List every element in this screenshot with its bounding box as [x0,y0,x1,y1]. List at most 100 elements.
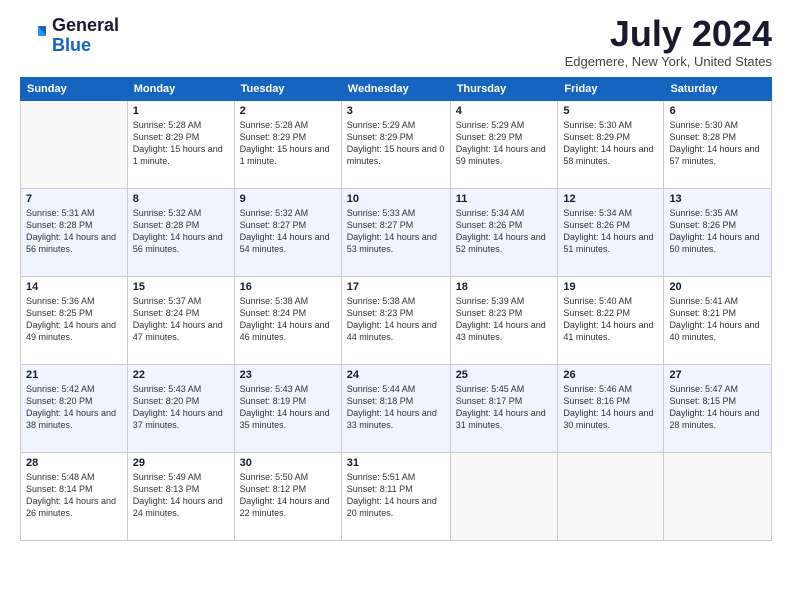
table-row: 4 Sunrise: 5:29 AMSunset: 8:29 PMDayligh… [450,101,558,189]
day-number: 20 [669,281,766,293]
day-number: 17 [347,281,445,293]
table-row: 24 Sunrise: 5:44 AMSunset: 8:18 PMDaylig… [341,365,450,453]
calendar-week-row: 7 Sunrise: 5:31 AMSunset: 8:28 PMDayligh… [21,189,772,277]
logo-icon [20,22,48,50]
table-row: 14 Sunrise: 5:36 AMSunset: 8:25 PMDaylig… [21,277,128,365]
calendar-page: General Blue July 2024 Edgemere, New Yor… [0,0,792,612]
day-info: Sunrise: 5:34 AMSunset: 8:26 PMDaylight:… [456,207,553,256]
day-info: Sunrise: 5:36 AMSunset: 8:25 PMDaylight:… [26,295,122,344]
day-info: Sunrise: 5:30 AMSunset: 8:28 PMDaylight:… [669,119,766,168]
day-info: Sunrise: 5:43 AMSunset: 8:19 PMDaylight:… [240,383,336,432]
table-row: 17 Sunrise: 5:38 AMSunset: 8:23 PMDaylig… [341,277,450,365]
table-row: 7 Sunrise: 5:31 AMSunset: 8:28 PMDayligh… [21,189,128,277]
day-info: Sunrise: 5:45 AMSunset: 8:17 PMDaylight:… [456,383,553,432]
day-number: 13 [669,193,766,205]
day-number: 10 [347,193,445,205]
table-row: 27 Sunrise: 5:47 AMSunset: 8:15 PMDaylig… [664,365,772,453]
table-row: 8 Sunrise: 5:32 AMSunset: 8:28 PMDayligh… [127,189,234,277]
header-monday: Monday [127,78,234,101]
month-title: July 2024 [565,16,772,52]
calendar-week-row: 28 Sunrise: 5:48 AMSunset: 8:14 PMDaylig… [21,453,772,541]
day-info: Sunrise: 5:39 AMSunset: 8:23 PMDaylight:… [456,295,553,344]
table-row: 10 Sunrise: 5:33 AMSunset: 8:27 PMDaylig… [341,189,450,277]
day-number: 28 [26,457,122,469]
day-number: 4 [456,105,553,117]
day-info: Sunrise: 5:41 AMSunset: 8:21 PMDaylight:… [669,295,766,344]
table-row: 11 Sunrise: 5:34 AMSunset: 8:26 PMDaylig… [450,189,558,277]
day-info: Sunrise: 5:34 AMSunset: 8:26 PMDaylight:… [563,207,658,256]
day-info: Sunrise: 5:28 AMSunset: 8:29 PMDaylight:… [240,119,336,168]
day-info: Sunrise: 5:49 AMSunset: 8:13 PMDaylight:… [133,471,229,520]
table-row: 12 Sunrise: 5:34 AMSunset: 8:26 PMDaylig… [558,189,664,277]
day-number: 12 [563,193,658,205]
table-row [21,101,128,189]
table-row: 25 Sunrise: 5:45 AMSunset: 8:17 PMDaylig… [450,365,558,453]
day-info: Sunrise: 5:28 AMSunset: 8:29 PMDaylight:… [133,119,229,168]
header-sunday: Sunday [21,78,128,101]
day-number: 9 [240,193,336,205]
day-number: 1 [133,105,229,117]
table-row: 23 Sunrise: 5:43 AMSunset: 8:19 PMDaylig… [234,365,341,453]
table-row [664,453,772,541]
day-info: Sunrise: 5:32 AMSunset: 8:28 PMDaylight:… [133,207,229,256]
day-number: 23 [240,369,336,381]
day-info: Sunrise: 5:47 AMSunset: 8:15 PMDaylight:… [669,383,766,432]
day-number: 27 [669,369,766,381]
table-row: 9 Sunrise: 5:32 AMSunset: 8:27 PMDayligh… [234,189,341,277]
location: Edgemere, New York, United States [565,54,772,69]
table-row: 26 Sunrise: 5:46 AMSunset: 8:16 PMDaylig… [558,365,664,453]
page-header: General Blue July 2024 Edgemere, New Yor… [20,16,772,69]
day-info: Sunrise: 5:38 AMSunset: 8:24 PMDaylight:… [240,295,336,344]
title-section: July 2024 Edgemere, New York, United Sta… [565,16,772,69]
table-row: 31 Sunrise: 5:51 AMSunset: 8:11 PMDaylig… [341,453,450,541]
logo: General Blue [20,16,119,56]
day-number: 22 [133,369,229,381]
day-info: Sunrise: 5:38 AMSunset: 8:23 PMDaylight:… [347,295,445,344]
logo-blue: Blue [52,36,119,56]
logo-general: General [52,16,119,36]
logo-text: General Blue [52,16,119,56]
table-row: 20 Sunrise: 5:41 AMSunset: 8:21 PMDaylig… [664,277,772,365]
day-number: 24 [347,369,445,381]
day-info: Sunrise: 5:40 AMSunset: 8:22 PMDaylight:… [563,295,658,344]
table-row: 22 Sunrise: 5:43 AMSunset: 8:20 PMDaylig… [127,365,234,453]
table-row: 15 Sunrise: 5:37 AMSunset: 8:24 PMDaylig… [127,277,234,365]
table-row [558,453,664,541]
day-number: 26 [563,369,658,381]
table-row: 13 Sunrise: 5:35 AMSunset: 8:26 PMDaylig… [664,189,772,277]
day-number: 6 [669,105,766,117]
header-thursday: Thursday [450,78,558,101]
day-info: Sunrise: 5:51 AMSunset: 8:11 PMDaylight:… [347,471,445,520]
table-row: 21 Sunrise: 5:42 AMSunset: 8:20 PMDaylig… [21,365,128,453]
day-number: 2 [240,105,336,117]
table-row [450,453,558,541]
table-row: 18 Sunrise: 5:39 AMSunset: 8:23 PMDaylig… [450,277,558,365]
table-row: 1 Sunrise: 5:28 AMSunset: 8:29 PMDayligh… [127,101,234,189]
calendar-week-row: 14 Sunrise: 5:36 AMSunset: 8:25 PMDaylig… [21,277,772,365]
table-row: 30 Sunrise: 5:50 AMSunset: 8:12 PMDaylig… [234,453,341,541]
day-info: Sunrise: 5:33 AMSunset: 8:27 PMDaylight:… [347,207,445,256]
weekday-header-row: Sunday Monday Tuesday Wednesday Thursday… [21,78,772,101]
day-number: 15 [133,281,229,293]
header-tuesday: Tuesday [234,78,341,101]
day-info: Sunrise: 5:43 AMSunset: 8:20 PMDaylight:… [133,383,229,432]
day-info: Sunrise: 5:50 AMSunset: 8:12 PMDaylight:… [240,471,336,520]
day-info: Sunrise: 5:29 AMSunset: 8:29 PMDaylight:… [347,119,445,168]
day-info: Sunrise: 5:29 AMSunset: 8:29 PMDaylight:… [456,119,553,168]
day-number: 16 [240,281,336,293]
day-number: 18 [456,281,553,293]
day-number: 5 [563,105,658,117]
day-number: 11 [456,193,553,205]
day-number: 19 [563,281,658,293]
calendar-table: Sunday Monday Tuesday Wednesday Thursday… [20,77,772,541]
table-row: 16 Sunrise: 5:38 AMSunset: 8:24 PMDaylig… [234,277,341,365]
day-number: 29 [133,457,229,469]
table-row: 6 Sunrise: 5:30 AMSunset: 8:28 PMDayligh… [664,101,772,189]
day-info: Sunrise: 5:32 AMSunset: 8:27 PMDaylight:… [240,207,336,256]
calendar-week-row: 21 Sunrise: 5:42 AMSunset: 8:20 PMDaylig… [21,365,772,453]
day-info: Sunrise: 5:48 AMSunset: 8:14 PMDaylight:… [26,471,122,520]
day-info: Sunrise: 5:42 AMSunset: 8:20 PMDaylight:… [26,383,122,432]
day-number: 31 [347,457,445,469]
day-number: 3 [347,105,445,117]
day-number: 7 [26,193,122,205]
